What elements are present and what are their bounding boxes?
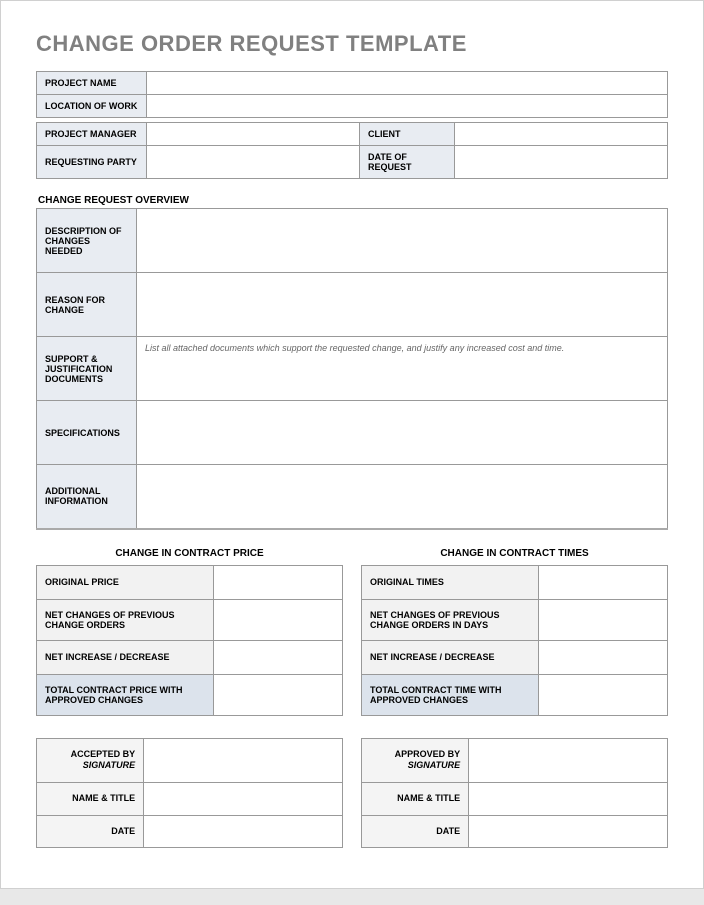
approved-name-value[interactable] [469, 782, 668, 815]
additional-label: ADDITIONAL INFORMATION [37, 465, 137, 529]
total-times-value[interactable] [539, 674, 668, 715]
net-inc-times-value[interactable] [539, 640, 668, 674]
original-price-value[interactable] [214, 565, 343, 599]
accepted-date-label: DATE [37, 815, 144, 848]
desc-value[interactable] [137, 209, 668, 273]
total-price-label: TOTAL CONTRACT PRICE WITH APPROVED CHANG… [37, 674, 214, 715]
reason-label: REASON FOR CHANGE [37, 273, 137, 337]
approved-sig-value[interactable] [469, 738, 668, 782]
net-prev-price-value[interactable] [214, 599, 343, 640]
approved-date-value[interactable] [469, 815, 668, 848]
price-section-title: CHANGE IN CONTRACT PRICE [36, 548, 343, 559]
document-page: CHANGE ORDER REQUEST TEMPLATE PROJECT NA… [0, 0, 704, 889]
requesting-label: REQUESTING PARTY [37, 146, 147, 179]
header-table: PROJECT NAME LOCATION OF WORK [36, 71, 668, 118]
date-request-label: DATE OF REQUEST [360, 146, 455, 179]
project-name-value[interactable] [147, 72, 668, 95]
approved-signature-text: SIGNATURE [408, 760, 460, 770]
spec-label: SPECIFICATIONS [37, 401, 137, 465]
pm-value[interactable] [147, 123, 360, 146]
location-label: LOCATION OF WORK [37, 95, 147, 118]
net-prev-price-label: NET CHANGES OF PREVIOUS CHANGE ORDERS [37, 599, 214, 640]
accepted-table: ACCEPTED BY SIGNATURE NAME & TITLE DATE [36, 738, 343, 849]
support-value[interactable]: List all attached documents which suppor… [137, 337, 668, 401]
overview-section-title: CHANGE REQUEST OVERVIEW [38, 195, 668, 206]
price-table: ORIGINAL PRICE NET CHANGES OF PREVIOUS C… [36, 565, 343, 716]
total-times-label: TOTAL CONTRACT TIME WITH APPROVED CHANGE… [362, 674, 539, 715]
accepted-name-value[interactable] [144, 782, 343, 815]
accepted-date-value[interactable] [144, 815, 343, 848]
client-value[interactable] [455, 123, 668, 146]
reason-value[interactable] [137, 273, 668, 337]
overview-table: DESCRIPTION OF CHANGES NEEDED REASON FOR… [36, 208, 668, 530]
approved-name-label: NAME & TITLE [362, 782, 469, 815]
net-inc-price-value[interactable] [214, 640, 343, 674]
approved-sig-label: APPROVED BY SIGNATURE [362, 738, 469, 782]
header-table-2: PROJECT MANAGER CLIENT REQUESTING PARTY … [36, 122, 668, 179]
location-value[interactable] [147, 95, 668, 118]
accepted-name-label: NAME & TITLE [37, 782, 144, 815]
original-times-value[interactable] [539, 565, 668, 599]
additional-value[interactable] [137, 465, 668, 529]
spec-value[interactable] [137, 401, 668, 465]
net-inc-price-label: NET INCREASE / DECREASE [37, 640, 214, 674]
pm-label: PROJECT MANAGER [37, 123, 147, 146]
approved-table: APPROVED BY SIGNATURE NAME & TITLE DATE [361, 738, 668, 849]
net-prev-times-value[interactable] [539, 599, 668, 640]
accepted-sig-value[interactable] [144, 738, 343, 782]
times-table: ORIGINAL TIMES NET CHANGES OF PREVIOUS C… [361, 565, 668, 716]
net-prev-times-label: NET CHANGES OF PREVIOUS CHANGE ORDERS IN… [362, 599, 539, 640]
net-inc-times-label: NET INCREASE / DECREASE [362, 640, 539, 674]
accepted-sig-label: ACCEPTED BY SIGNATURE [37, 738, 144, 782]
original-times-label: ORIGINAL TIMES [362, 565, 539, 599]
approved-by-text: APPROVED BY [395, 749, 461, 759]
page-title: CHANGE ORDER REQUEST TEMPLATE [36, 31, 668, 57]
requesting-value[interactable] [147, 146, 360, 179]
support-label: SUPPORT & JUSTIFICATION DOCUMENTS [37, 337, 137, 401]
accepted-signature-text: SIGNATURE [83, 760, 135, 770]
date-request-value[interactable] [455, 146, 668, 179]
project-name-label: PROJECT NAME [37, 72, 147, 95]
times-section-title: CHANGE IN CONTRACT TIMES [361, 548, 668, 559]
client-label: CLIENT [360, 123, 455, 146]
accepted-by-text: ACCEPTED BY [71, 749, 136, 759]
approved-date-label: DATE [362, 815, 469, 848]
original-price-label: ORIGINAL PRICE [37, 565, 214, 599]
total-price-value[interactable] [214, 674, 343, 715]
desc-label: DESCRIPTION OF CHANGES NEEDED [37, 209, 137, 273]
